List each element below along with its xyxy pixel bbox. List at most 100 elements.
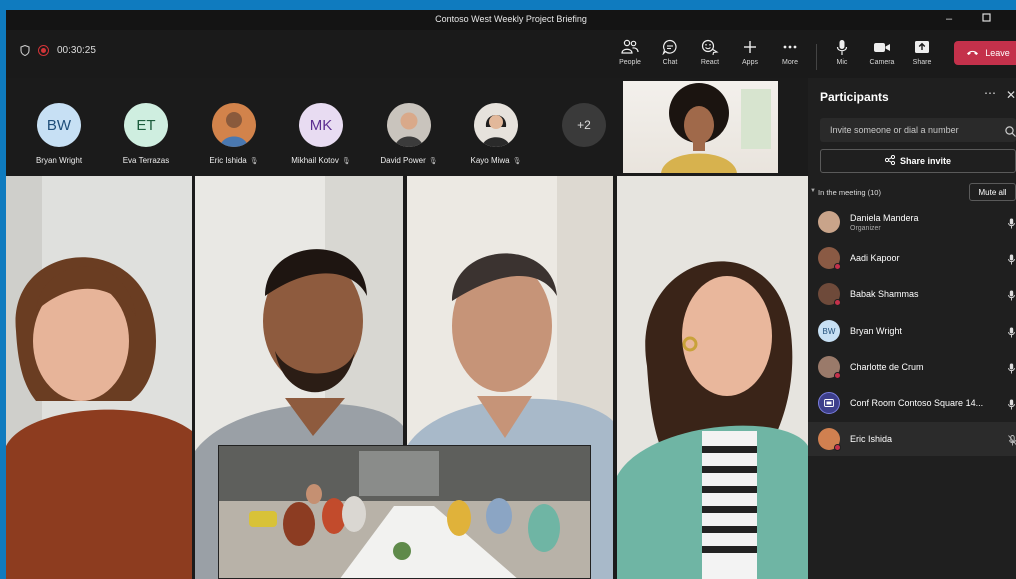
mic-off-icon: 🎙︎	[512, 157, 522, 165]
participant-name: Aadi Kapoor	[850, 253, 900, 263]
participant-name: Charlotte de Crum	[850, 362, 924, 372]
attendee-name: Eric Ishida 🎙︎	[209, 156, 258, 165]
chat-label: Chat	[662, 59, 678, 66]
share-button[interactable]: Share	[905, 38, 939, 72]
participant-role: Organizer	[850, 225, 881, 232]
mic-icon	[1008, 252, 1015, 270]
chat-button[interactable]: Chat	[653, 38, 687, 72]
camera-button[interactable]: Camera	[865, 38, 899, 72]
mic-icon	[1008, 325, 1015, 343]
attendee-name: Bryan Wright	[36, 156, 82, 165]
participant-name: Eric Ishida	[850, 434, 893, 444]
attendee-name-text: Mikhail Kotov	[291, 156, 339, 165]
search-icon[interactable]	[1005, 124, 1016, 142]
mic-off-icon	[1008, 433, 1016, 451]
mic-off-icon: 🎙︎	[341, 157, 351, 165]
avatar: BW	[818, 320, 840, 342]
chevron-down-icon[interactable]: ▼	[810, 188, 816, 194]
mic-icon	[1008, 216, 1015, 234]
attendee-name: Eva Terrazas	[123, 156, 170, 165]
conference-room-video[interactable]	[218, 445, 591, 579]
attendee-tile[interactable]: BW Bryan Wright	[15, 103, 103, 165]
avatar	[818, 428, 841, 451]
avatar: ET	[124, 103, 168, 147]
attendee-name-text: David Power	[380, 156, 426, 165]
video-tile[interactable]	[617, 176, 808, 579]
avatar	[818, 247, 841, 270]
toolbar-divider	[816, 44, 817, 70]
avatar-photo	[474, 103, 518, 147]
title-bar: Contoso West Weekly Project Briefing –	[6, 10, 1016, 30]
spotlight-video[interactable]	[623, 81, 778, 173]
participant-row[interactable]: Conf Room Contoso Square 14...	[808, 386, 1016, 420]
avatar: BW	[37, 103, 81, 147]
avatar	[818, 356, 841, 379]
participant-row[interactable]: BW Bryan Wright	[808, 314, 1016, 348]
attendee-name: Mikhail Kotov 🎙︎	[291, 156, 350, 165]
camera-icon	[873, 38, 891, 56]
more-icon	[783, 38, 797, 56]
overflow-attendees[interactable]: +2	[540, 103, 628, 147]
minimize-icon[interactable]: –	[946, 13, 952, 25]
participant-row[interactable]: Aadi Kapoor	[808, 241, 1016, 275]
mic-label: Mic	[836, 59, 848, 66]
phone-hangup-icon	[966, 48, 979, 58]
meeting-status: 00:30:25	[20, 44, 96, 57]
conference-room-icon	[818, 392, 840, 414]
invite-input[interactable]	[820, 118, 1016, 142]
leave-button[interactable]: Leave	[954, 41, 1016, 65]
meeting-toolbar: 00:30:25 People Chat React Apps More Mic…	[6, 30, 1016, 78]
attendee-tile[interactable]: Eric Ishida 🎙︎	[190, 103, 278, 165]
attendee-name: Kayo Miwa 🎙︎	[470, 156, 521, 165]
in-meeting-section: ▼ In the meeting (10) Mute all	[808, 182, 1016, 202]
share-icon	[914, 38, 930, 56]
attendee-name-text: Bryan Wright	[35, 156, 83, 165]
section-label: In the meeting (10)	[818, 188, 881, 197]
avatar-initials: BW	[822, 326, 836, 336]
maximize-icon[interactable]	[982, 13, 991, 25]
window-title: Contoso West Weekly Project Briefing	[435, 14, 587, 24]
share-invite-button[interactable]: Share invite	[820, 149, 1016, 173]
mic-icon	[1008, 397, 1015, 415]
status-badge	[834, 263, 841, 270]
share-label: Share	[912, 59, 932, 66]
participant-row[interactable]: Daniela Mandera Organizer	[808, 205, 1016, 239]
status-badge	[834, 299, 841, 306]
video-tile[interactable]	[6, 176, 192, 579]
attendee-tile[interactable]: MK Mikhail Kotov 🎙︎	[277, 103, 365, 165]
participant-row[interactable]: Babak Shammas	[808, 277, 1016, 311]
people-label: People	[619, 59, 641, 66]
share-invite-label: Share invite	[899, 156, 952, 166]
panel-title: Participants	[820, 90, 889, 104]
recording-icon	[38, 45, 49, 56]
participant-row[interactable]: Eric Ishida	[808, 422, 1016, 456]
apps-button[interactable]: Apps	[733, 38, 767, 72]
shield-icon	[20, 44, 30, 57]
people-button[interactable]: People	[613, 38, 647, 72]
participant-name: Conf Room Contoso Square 14...	[850, 398, 984, 408]
avatar-photo	[212, 103, 256, 147]
status-badge	[834, 372, 841, 379]
status-badge	[834, 444, 841, 451]
participants-panel: Participants ⋯ ✕ Share invite ▼ In the m…	[808, 78, 1016, 579]
mute-all-button[interactable]: Mute all	[969, 183, 1016, 201]
attendee-tile[interactable]: David Power 🎙︎	[365, 103, 453, 165]
mic-icon	[1008, 361, 1015, 379]
attendee-name-text: Eric Ishida	[209, 156, 247, 165]
mic-icon	[1008, 288, 1015, 306]
react-icon	[701, 38, 719, 56]
people-icon	[621, 38, 639, 56]
close-icon[interactable]: ✕	[1006, 88, 1016, 102]
attendee-tile[interactable]: Kayo Miwa 🎙︎	[452, 103, 540, 165]
apps-label: Apps	[742, 59, 758, 66]
attendee-tile[interactable]: ET Eva Terrazas	[102, 103, 190, 165]
more-button[interactable]: More	[773, 38, 807, 72]
mic-button[interactable]: Mic	[825, 38, 859, 72]
participant-row[interactable]: Charlotte de Crum	[808, 350, 1016, 384]
mic-off-icon: 🎙︎	[428, 157, 438, 165]
participant-name: Bryan Wright	[850, 326, 902, 336]
react-button[interactable]: React	[693, 38, 727, 72]
avatar: MK	[299, 103, 343, 147]
avatar	[818, 283, 841, 306]
panel-more-icon[interactable]: ⋯	[984, 86, 996, 100]
